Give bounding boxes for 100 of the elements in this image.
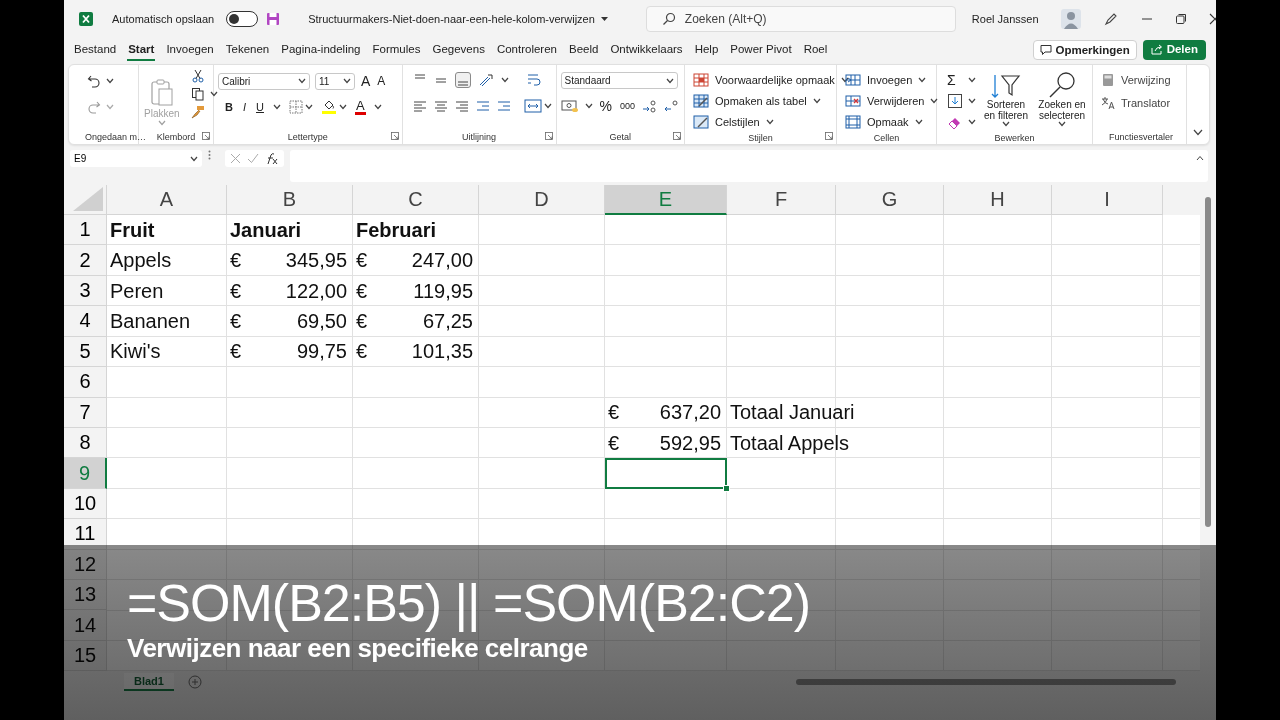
- ribbon-command[interactable]: Voorwaardelijke opmaak: [714, 74, 836, 86]
- scissors-icon[interactable]: [190, 69, 205, 83]
- text-orientation-icon[interactable]: [477, 73, 494, 87]
- row-header[interactable]: 9: [64, 458, 107, 489]
- menu-tab[interactable]: Ontwikkelaars: [609, 39, 684, 61]
- menu-tab[interactable]: Beeld: [568, 39, 600, 61]
- delete-cells-icon[interactable]: [845, 94, 861, 108]
- align-right-icon[interactable]: [454, 99, 469, 113]
- dialog-launcher-icon[interactable]: [544, 132, 553, 140]
- column-header[interactable]: B: [227, 185, 353, 215]
- row-header[interactable]: 2: [64, 245, 107, 276]
- percent-button[interactable]: %: [598, 98, 613, 114]
- search-icon[interactable]: [1047, 71, 1077, 99]
- horizontal-scrollbar[interactable]: [796, 679, 1176, 686]
- merge-cells-icon[interactable]: [523, 99, 542, 113]
- menu-tab[interactable]: Tekenen: [224, 39, 271, 61]
- ribbon-command[interactable]: Invoegen: [866, 74, 914, 86]
- format-cells-icon[interactable]: [845, 115, 861, 129]
- row-header[interactable]: 4: [64, 306, 107, 337]
- autosum-button[interactable]: Σ: [947, 72, 963, 88]
- shrink-font-button[interactable]: A: [376, 74, 387, 88]
- file-name[interactable]: Structuurmakers-Niet-doen-naar-een-hele-kolom-verwijzen: [308, 13, 595, 25]
- conditional-format-icon[interactable]: [693, 73, 709, 87]
- row-header[interactable]: 13: [64, 580, 107, 611]
- fill-down-icon[interactable]: [947, 93, 963, 109]
- copy-icon[interactable]: [190, 87, 205, 101]
- menu-tab[interactable]: Invoegen: [165, 39, 215, 61]
- dialog-launcher-icon[interactable]: [825, 132, 833, 140]
- decrease-decimal-icon[interactable]: [664, 99, 680, 113]
- menu-tab[interactable]: Pagina-indeling: [280, 39, 362, 61]
- menu-tab[interactable]: Controleren: [495, 39, 558, 61]
- ribbon-command[interactable]: Zoeken en selecteren: [1036, 99, 1088, 121]
- number-format-field[interactable]: Standaard: [560, 72, 678, 89]
- ribbon-command[interactable]: Verwijderen: [866, 95, 926, 107]
- row-header[interactable]: 10: [64, 488, 107, 520]
- increase-decimal-icon[interactable]: [642, 99, 658, 113]
- grow-font-button[interactable]: A: [360, 73, 372, 89]
- row-header[interactable]: 14: [64, 610, 107, 641]
- format-button[interactable]: U: [255, 101, 265, 113]
- name-box[interactable]: E9: [70, 150, 202, 167]
- fill-handle[interactable]: [723, 484, 730, 492]
- save-icon[interactable]: [266, 12, 281, 26]
- row-header[interactable]: 11: [64, 519, 107, 550]
- column-header[interactable]: C: [353, 185, 479, 215]
- insert-cells-icon[interactable]: [845, 73, 861, 87]
- ribbon-command[interactable]: Celstijlen: [714, 116, 761, 128]
- row-header[interactable]: 6: [64, 367, 107, 398]
- autosave-toggle[interactable]: [226, 11, 259, 27]
- row-header[interactable]: 12: [64, 549, 107, 581]
- cell-styles-icon[interactable]: [693, 115, 709, 129]
- avatar-icon[interactable]: [1060, 9, 1081, 29]
- ribbon-command[interactable]: Opmaak: [866, 116, 910, 128]
- row-header[interactable]: 15: [64, 640, 107, 672]
- fill-color-icon[interactable]: [320, 99, 337, 115]
- format-button[interactable]: B: [224, 101, 234, 113]
- ribbon-command[interactable]: Sorteren en filteren: [980, 99, 1032, 121]
- dropdown-icon[interactable]: [600, 16, 608, 22]
- align-left-icon[interactable]: [412, 99, 427, 113]
- brush-icon[interactable]: [190, 105, 205, 119]
- menu-tab[interactable]: Bestand: [73, 39, 118, 61]
- restore-icon[interactable]: [1174, 13, 1187, 25]
- translate-icon[interactable]: [1101, 96, 1115, 110]
- formula-input[interactable]: [290, 150, 1208, 182]
- column-header[interactable]: G: [836, 185, 944, 215]
- menu-tab[interactable]: Gegevens: [431, 39, 486, 61]
- undo-icon[interactable]: [87, 74, 101, 88]
- currency-format-icon[interactable]: [560, 99, 579, 113]
- font-size-field[interactable]: 11: [315, 72, 355, 90]
- active-cell[interactable]: [605, 458, 727, 489]
- font-name-field[interactable]: Calibri: [218, 72, 310, 90]
- column-header[interactable]: A: [107, 185, 227, 215]
- row-header[interactable]: 1: [64, 215, 107, 246]
- column-header[interactable]: H: [944, 185, 1052, 215]
- comments-button[interactable]: Opmerkingen: [1032, 40, 1137, 60]
- thousands-button[interactable]: 000: [618, 101, 636, 111]
- row-header[interactable]: 3: [64, 275, 107, 307]
- dialog-launcher-icon[interactable]: [673, 132, 681, 140]
- menu-tab[interactable]: Help: [693, 39, 720, 61]
- menu-tab[interactable]: Power Pivot: [729, 39, 793, 61]
- menu-tab[interactable]: Formules: [371, 39, 422, 61]
- redo-icon[interactable]: [87, 100, 101, 114]
- column-header[interactable]: F: [727, 185, 836, 215]
- ribbon-command[interactable]: Opmaken als tabel: [714, 95, 808, 107]
- column-header[interactable]: D: [479, 185, 605, 215]
- format-button[interactable]: I: [241, 101, 247, 113]
- collapse-ribbon-icon[interactable]: [1193, 129, 1203, 136]
- dialog-launcher-icon[interactable]: [202, 132, 210, 140]
- wrap-text-icon[interactable]: [525, 72, 542, 88]
- menu-tab[interactable]: Start: [127, 39, 156, 61]
- font-color-button[interactable]: A: [354, 99, 366, 115]
- row-header[interactable]: 8: [64, 427, 107, 459]
- function-icon[interactable]: [265, 152, 279, 165]
- calculator-icon[interactable]: [1101, 73, 1115, 87]
- dialog-launcher-icon[interactable]: [390, 132, 399, 140]
- table-format-icon[interactable]: [693, 94, 709, 108]
- ribbon-command[interactable]: Verwijzing: [1120, 74, 1172, 86]
- share-button[interactable]: Delen: [1142, 40, 1206, 60]
- search-field[interactable]: Zoeken (Alt+Q): [645, 6, 956, 32]
- row-header[interactable]: 7: [64, 397, 107, 428]
- row-header[interactable]: 5: [64, 336, 107, 368]
